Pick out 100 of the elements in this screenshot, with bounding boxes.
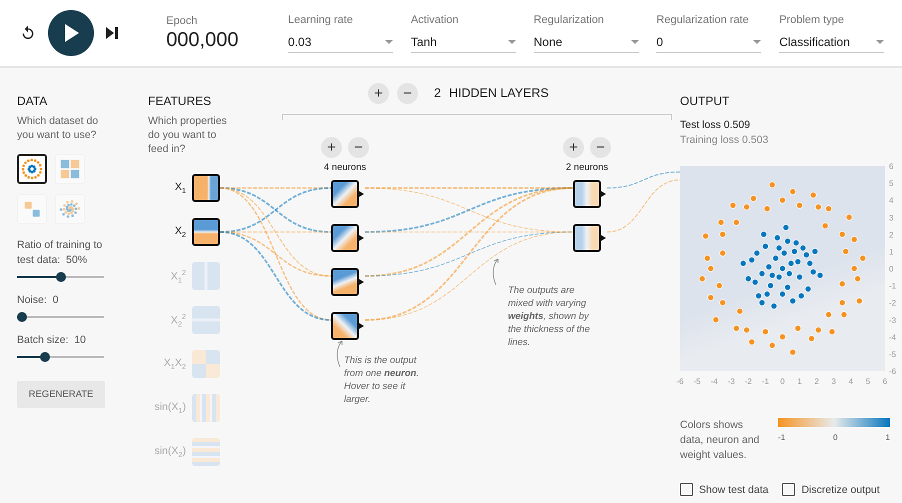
y-tick-label: 1 — [889, 247, 894, 256]
setting-dropdown[interactable]: Classification — [779, 32, 884, 52]
point — [784, 238, 791, 244]
point — [838, 231, 846, 238]
annotation-note: The outputs are mixed with varying weights, shown by the thickness of the lines. — [508, 284, 591, 349]
neuron-node[interactable] — [331, 224, 365, 252]
point — [779, 290, 786, 298]
checkbox-option[interactable]: Show test data — [680, 483, 768, 496]
legend-caption: Colors shows data, neuron and weight values. — [680, 418, 760, 463]
point — [768, 272, 776, 279]
setting-dropdown[interactable]: 0 — [656, 32, 762, 52]
point — [776, 244, 782, 252]
point — [768, 181, 776, 188]
add-layer-button[interactable]: + — [368, 82, 389, 104]
point — [730, 202, 736, 209]
scale-tick-label: 1 — [886, 433, 890, 442]
point — [764, 290, 770, 298]
point — [743, 204, 750, 210]
add-neuron-button[interactable]: + — [563, 137, 584, 158]
remove-neuron-button[interactable]: − — [590, 137, 611, 158]
neuron-node[interactable] — [331, 268, 365, 296]
setting-label: Regularization — [534, 14, 605, 26]
section-heading: OUTPUT — [680, 94, 730, 108]
y-tick-label: 3 — [889, 213, 894, 222]
point — [808, 335, 815, 342]
remove-neuron-button[interactable]: − — [348, 137, 369, 158]
setting-label: Activation — [410, 14, 460, 26]
dropdown-caret-icon — [508, 40, 516, 44]
setting-dropdown[interactable]: 0.03 — [288, 32, 394, 52]
add-neuron-button[interactable]: + — [321, 137, 342, 158]
slider-thumb[interactable] — [17, 312, 27, 322]
setting-dropdown[interactable]: None — [534, 32, 639, 52]
slider-thumb[interactable] — [56, 272, 66, 282]
point — [748, 338, 756, 346]
regenerate-button[interactable]: REGENERATE — [17, 381, 105, 408]
point — [810, 192, 817, 198]
feature-node[interactable] — [192, 262, 220, 290]
setting-dropdown[interactable]: Tanh — [410, 32, 516, 52]
section-prompt: Which dataset do you want to use? — [17, 114, 100, 142]
point — [812, 248, 818, 255]
feature-node[interactable] — [192, 218, 220, 246]
slider-thumb[interactable] — [40, 352, 50, 362]
dataset-preview-icon — [58, 157, 82, 181]
epoch-counter: 000,000 — [166, 28, 240, 52]
point — [859, 254, 866, 262]
feature-node[interactable] — [192, 438, 220, 466]
feature-label: sin(X$_{1}$) — [153, 400, 186, 416]
point — [825, 311, 832, 318]
point — [748, 256, 756, 264]
point — [779, 265, 786, 272]
scale-tick-label: 0 — [833, 433, 838, 442]
checkbox[interactable] — [782, 483, 796, 496]
feature-node[interactable] — [192, 350, 220, 378]
feature-label: sin(X$_{2}$) — [153, 444, 186, 460]
y-tick-label: -2 — [889, 298, 897, 308]
checkbox[interactable] — [680, 483, 693, 496]
point — [743, 326, 750, 334]
curved-arrow-icon — [334, 340, 344, 368]
step-icon[interactable] — [106, 27, 118, 39]
point — [800, 244, 806, 252]
slider-label: Ratio of training to test data: 50% — [17, 238, 104, 268]
point — [736, 308, 744, 315]
point — [758, 299, 766, 306]
feature-node[interactable] — [192, 306, 220, 334]
point — [850, 236, 858, 243]
point — [784, 284, 791, 291]
dropdown-caret-icon — [385, 40, 394, 44]
point — [752, 278, 758, 286]
point — [745, 275, 752, 282]
slider-label: Batch size: 10 — [17, 333, 87, 348]
neuron-node[interactable] — [573, 180, 607, 208]
point — [772, 254, 779, 262]
checkbox-option[interactable]: Discretize output — [782, 483, 880, 496]
feature-node[interactable] — [192, 394, 220, 422]
y-tick-label: -3 — [889, 316, 897, 325]
layer-count: 2 — [434, 86, 441, 100]
point — [804, 286, 812, 292]
x-tick-label: -6 — [676, 377, 684, 386]
reset-icon[interactable] — [20, 25, 36, 41]
point — [815, 204, 822, 210]
point — [822, 222, 829, 230]
point — [776, 274, 782, 280]
neuron-node[interactable] — [331, 312, 365, 340]
point — [774, 234, 781, 242]
remove-layer-button[interactable]: − — [397, 82, 418, 104]
feature-label: X$_{1}$X$_{2}$ — [162, 356, 186, 372]
neuron-node[interactable] — [573, 224, 607, 252]
annotation-note: This is the output from one neuron. Hover to see it larger. — [344, 354, 420, 406]
feature-label: X$_{2}$ — [174, 224, 186, 240]
y-tick-label: -1 — [889, 282, 897, 291]
y-tick-label: 5 — [889, 179, 894, 188]
point — [803, 252, 810, 258]
dataset-option[interactable] — [17, 154, 47, 184]
point — [768, 342, 776, 349]
point — [704, 254, 711, 262]
neuron-node[interactable] — [331, 180, 365, 208]
point — [766, 263, 772, 270]
feature-node[interactable] — [192, 174, 220, 202]
y-tick-label: 0 — [889, 264, 894, 274]
play-button[interactable] — [48, 10, 94, 56]
